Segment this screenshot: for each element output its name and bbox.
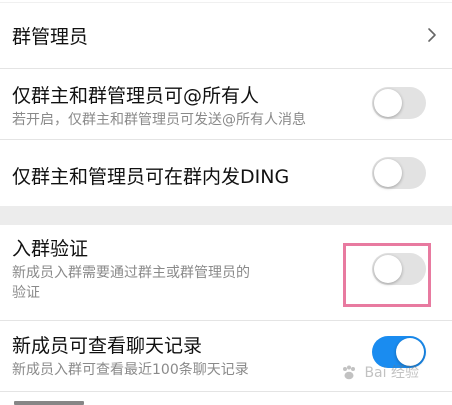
row-at-all-permission: 仅群主和群管理员可@所有人 若开启，仅群主和群管理员可发送@所有人消息 — [0, 69, 452, 139]
row-at-all-subtitle: 若开启，仅群主和群管理员可发送@所有人消息 — [12, 112, 306, 128]
group-settings-screen: 群管理员 仅群主和群管理员可@所有人 若开启，仅群主和群管理员可发送@所有人消息… — [0, 0, 452, 405]
row-ding-permission: 仅群主和管理员可在群内发DING — [0, 140, 452, 206]
row-join-verification-title: 入群验证 — [12, 238, 89, 260]
watermark-text: Bai 经验 — [364, 365, 419, 381]
chevron-right-icon — [428, 28, 436, 42]
toggle-knob — [374, 89, 402, 117]
row-join-verification-subtitle-line1: 新成员入群需要通过群主或群管理员的 — [12, 265, 250, 281]
row-group-admins-title: 群管理员 — [12, 26, 89, 48]
partial-title-fragment — [14, 401, 84, 405]
baidu-watermark: Bai 经验 — [340, 362, 419, 382]
row-join-verification-subtitle-line2: 验证 — [12, 285, 40, 301]
row-at-all-title: 仅群主和群管理员可@所有人 — [12, 85, 260, 107]
highlight-box — [343, 243, 431, 307]
ding-toggle[interactable] — [372, 157, 426, 189]
at-all-toggle[interactable] — [372, 87, 426, 119]
row-next-partial — [0, 392, 452, 405]
row-ding-title: 仅群主和管理员可在群内发DING — [12, 166, 290, 188]
toggle-knob — [374, 159, 402, 187]
row-group-admins[interactable]: 群管理员 — [0, 3, 452, 68]
row-history-subtitle: 新成员入群可查看最近100条聊天记录 — [12, 362, 249, 378]
paw-logo-icon — [343, 365, 355, 380]
row-history-title: 新成员可查看聊天记录 — [12, 335, 203, 357]
settings-group-permissions: 群管理员 仅群主和群管理员可@所有人 若开启，仅群主和群管理员可发送@所有人消息… — [0, 0, 452, 206]
